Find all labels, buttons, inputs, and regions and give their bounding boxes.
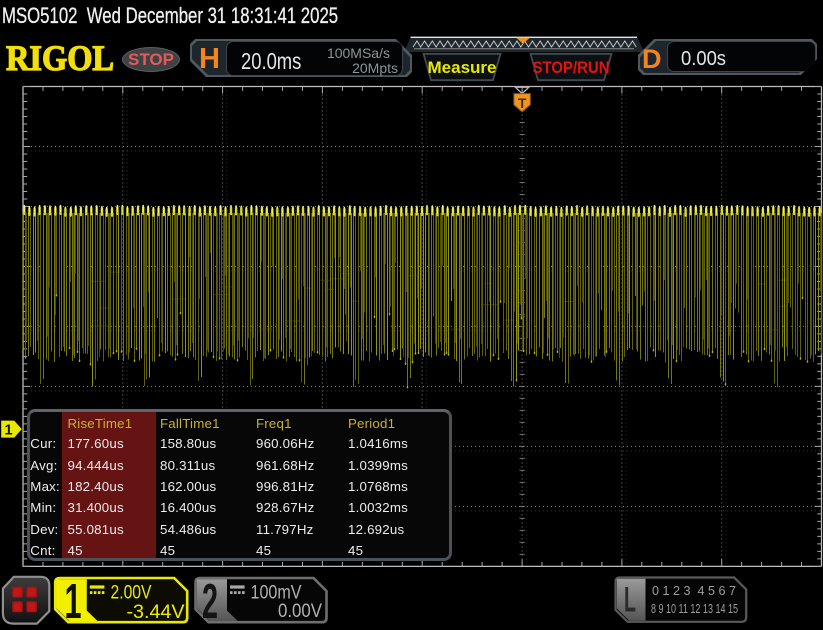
svg-text:Measure: Measure [428,59,497,77]
svg-text:T: T [518,95,527,111]
svg-text:1: 1 [65,575,82,629]
svg-text:1: 1 [5,422,13,438]
svg-text:2: 2 [202,575,218,629]
svg-text:L: L [624,581,636,620]
svg-text:0 1 2 3 4 5 6 7: 0 1 2 3 4 5 6 7 [652,583,736,598]
svg-text:0.00V: 0.00V [278,600,322,622]
svg-text:STOP/RUN: STOP/RUN [533,59,610,77]
svg-text:8 9 10 11 12 13 14 15: 8 9 10 11 12 13 14 15 [651,601,738,616]
svg-text:-3.44V: -3.44V [127,601,185,623]
